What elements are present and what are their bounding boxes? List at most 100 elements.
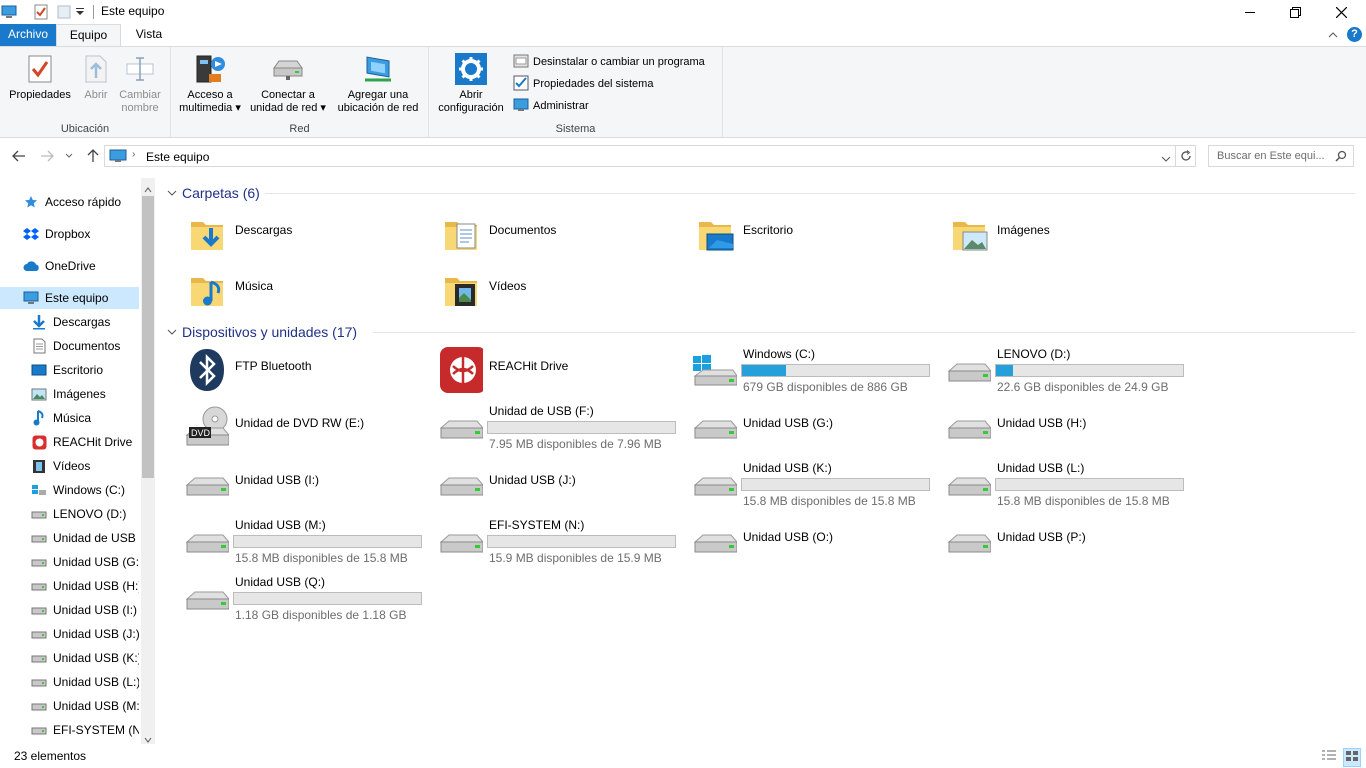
access-media-button[interactable]: Acceso a multimedia ▾: [175, 51, 245, 115]
address-bar[interactable]: › Este equipo: [104, 145, 1176, 167]
drive-icon: [185, 576, 229, 620]
tab-file[interactable]: Archivo: [0, 24, 56, 46]
devices-group-header[interactable]: Dispositivos y unidades (17): [167, 324, 357, 340]
videos-folder-icon: [439, 268, 483, 312]
device-name: Windows (C:): [743, 347, 816, 361]
nav-item-usb-h[interactable]: Unidad USB (H:): [0, 575, 139, 597]
nav-item-pictures[interactable]: Imágenes: [0, 383, 139, 405]
forward-arrow-icon[interactable]: [38, 147, 56, 165]
nav-item-downloads[interactable]: Descargas: [0, 311, 139, 333]
device-tile[interactable]: FTP Bluetooth: [181, 344, 431, 394]
up-arrow-icon[interactable]: [84, 147, 102, 165]
tab-computer[interactable]: Equipo: [56, 24, 121, 47]
device-name: Unidad USB (J:): [489, 473, 576, 487]
recent-locations-chevron-icon[interactable]: [63, 147, 75, 165]
capacity-bar: [995, 364, 1184, 377]
details-view-icon[interactable]: [1321, 749, 1337, 766]
nav-item-reachit-drive[interactable]: REACHit Drive: [0, 431, 139, 453]
device-tile[interactable]: Unidad USB (Q:) 1.18 GB disponibles de 1.…: [181, 572, 431, 622]
item-count: 23 elementos: [14, 749, 87, 763]
customize-qat-icon[interactable]: [73, 3, 87, 21]
device-name: Unidad USB (I:): [235, 473, 320, 487]
nav-item-usb-j[interactable]: Unidad USB (J:): [0, 623, 139, 645]
refresh-button[interactable]: [1176, 145, 1196, 167]
drive-icon: [947, 348, 991, 392]
settings-gear-icon: [433, 51, 509, 87]
device-tile[interactable]: Unidad USB (G:): [689, 401, 939, 451]
device-tile[interactable]: Unidad USB (K:) 15.8 MB disponibles de 15…: [689, 458, 939, 508]
drive-icon: [693, 519, 737, 563]
tab-view[interactable]: Vista: [121, 24, 177, 46]
nav-item-dropbox[interactable]: Dropbox: [0, 223, 139, 245]
back-arrow-icon[interactable]: [10, 147, 28, 165]
folder-tile-documents[interactable]: Documentos: [435, 208, 685, 258]
nav-item-onedrive[interactable]: OneDrive: [0, 255, 139, 277]
folder-tile-music[interactable]: Música: [181, 264, 431, 314]
dropbox-icon: [23, 226, 39, 242]
nav-scrollbar-thumb[interactable]: [142, 196, 154, 478]
nav-item-music[interactable]: Música: [0, 407, 139, 429]
minimize-button[interactable]: [1227, 0, 1273, 24]
music-note-icon: [31, 410, 47, 426]
nav-item-this-pc[interactable]: Este equipo: [0, 287, 139, 309]
open-button[interactable]: Abrir: [78, 51, 114, 102]
device-tile[interactable]: Unidad USB (J:): [435, 458, 685, 508]
nav-item-usb-l[interactable]: Unidad USB (L:): [0, 671, 139, 693]
device-tile[interactable]: Unidad USB (O:): [689, 515, 939, 565]
breadcrumb[interactable]: Este equipo: [146, 150, 209, 164]
search-input[interactable]: Buscar en Este equi...: [1208, 145, 1354, 167]
folder-tile-desktop[interactable]: Escritorio: [689, 208, 939, 258]
folder-tile-downloads[interactable]: Descargas: [181, 208, 431, 258]
manage-button[interactable]: Administrar: [513, 96, 589, 116]
scroll-up-icon[interactable]: [144, 182, 152, 196]
system-properties-button[interactable]: Propiedades del sistema: [513, 74, 653, 94]
folders-group-header[interactable]: Carpetas (6): [167, 185, 260, 201]
breadcrumb-chevron-icon[interactable]: ›: [132, 149, 135, 160]
nav-item-efi-system-n[interactable]: EFI-SYSTEM (N:): [0, 719, 139, 741]
nav-item-videos[interactable]: Vídeos: [0, 455, 139, 477]
desktop-icon: [31, 362, 47, 378]
network-location-icon: [331, 51, 425, 87]
device-tile[interactable]: REACHit Drive: [435, 344, 685, 394]
properties-qat-icon[interactable]: [32, 3, 50, 21]
nav-item-documents[interactable]: Documentos: [0, 335, 139, 357]
nav-item-lenovo-d[interactable]: LENOVO (D:): [0, 503, 139, 525]
chevron-down-icon: [167, 190, 177, 196]
computer-icon[interactable]: [0, 3, 18, 21]
device-tile[interactable]: Unidad USB (I:): [181, 458, 431, 508]
nav-item-desktop[interactable]: Escritorio: [0, 359, 139, 381]
address-history-chevron-icon[interactable]: [1161, 152, 1171, 166]
nav-item-usb-g[interactable]: Unidad USB (G:): [0, 551, 139, 573]
rename-button[interactable]: Cambiar nombre: [116, 51, 164, 115]
nav-item-usb-f[interactable]: Unidad de USB (: [0, 527, 139, 549]
device-tile[interactable]: EFI-SYSTEM (N:) 15.9 MB disponibles de 15…: [435, 515, 685, 565]
open-settings-button[interactable]: Abrir configuración: [433, 51, 509, 115]
device-tile[interactable]: Windows (C:) 679 GB disponibles de 886 GB: [689, 344, 939, 394]
uninstall-program-button[interactable]: Desinstalar o cambiar un programa: [513, 52, 705, 72]
device-tile[interactable]: Unidad USB (P:): [943, 515, 1193, 565]
add-network-location-button[interactable]: Agregar una ubicación de red: [331, 51, 425, 115]
map-network-drive-button[interactable]: Conectar a unidad de red ▾: [247, 51, 329, 115]
folder-tile-pictures[interactable]: Imágenes: [943, 208, 1193, 258]
device-name: Unidad USB (M:): [235, 518, 326, 532]
device-tile[interactable]: DVD Unidad de DVD RW (E:): [181, 401, 431, 451]
nav-item-quick-access[interactable]: Acceso rápido: [0, 191, 139, 213]
new-folder-qat-icon[interactable]: [55, 3, 73, 21]
device-tile[interactable]: Unidad USB (H:): [943, 401, 1193, 451]
collapse-ribbon-icon[interactable]: [1326, 28, 1340, 42]
device-tile[interactable]: Unidad USB (M:) 15.8 MB disponibles de 15…: [181, 515, 431, 565]
properties-button[interactable]: Propiedades: [6, 51, 74, 102]
drive-icon: [185, 519, 229, 563]
nav-item-usb-k[interactable]: Unidad USB (K:): [0, 647, 139, 669]
device-tile[interactable]: Unidad de USB (F:) 7.95 MB disponibles de…: [435, 401, 685, 451]
nav-item-usb-i[interactable]: Unidad USB (I:): [0, 599, 139, 621]
tiles-view-icon[interactable]: [1343, 748, 1361, 767]
restore-button[interactable]: [1272, 0, 1318, 24]
device-tile[interactable]: LENOVO (D:) 22.6 GB disponibles de 24.9 G…: [943, 344, 1193, 394]
folder-tile-videos[interactable]: Vídeos: [435, 264, 685, 314]
nav-item-usb-m[interactable]: Unidad USB (M:): [0, 695, 139, 717]
device-tile[interactable]: Unidad USB (L:) 15.8 MB disponibles de 15…: [943, 458, 1193, 508]
nav-item-windows-c[interactable]: Windows (C:): [0, 479, 139, 501]
close-button[interactable]: [1318, 0, 1364, 24]
help-icon[interactable]: ?: [1347, 27, 1362, 42]
